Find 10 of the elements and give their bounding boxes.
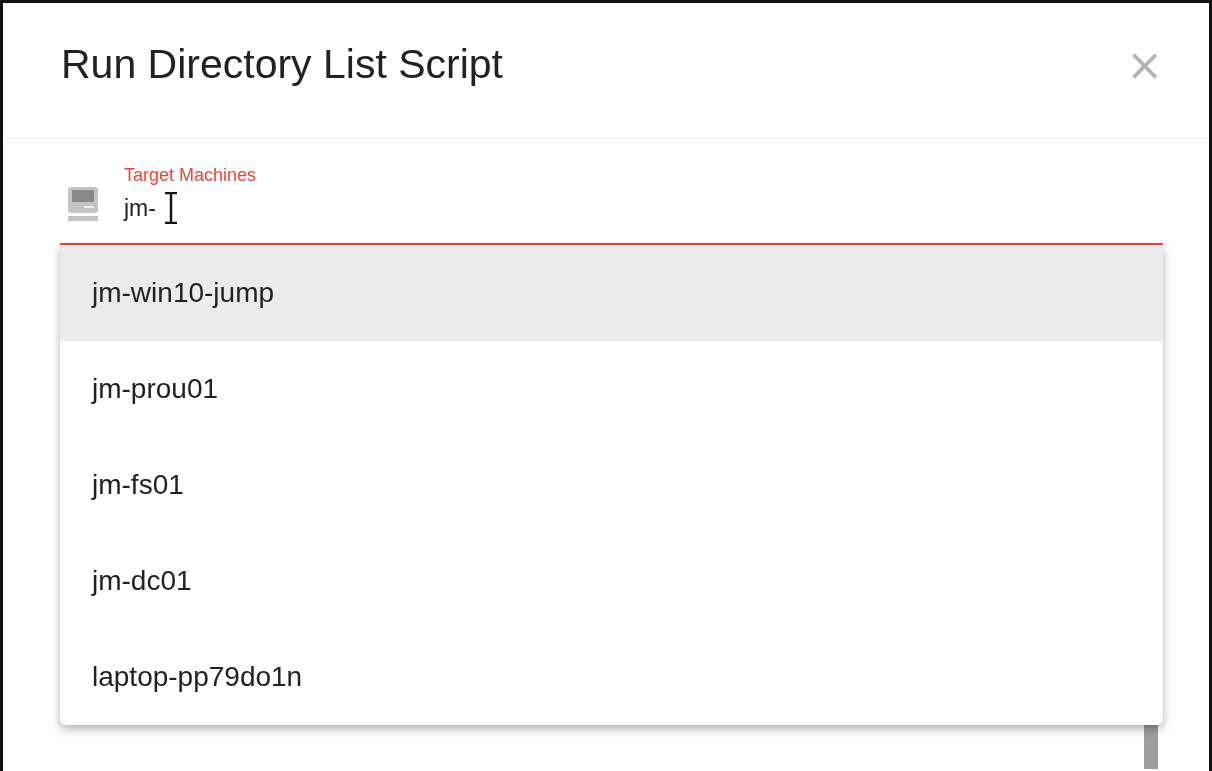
field-value: jm-	[124, 194, 156, 222]
suggestion-item[interactable]: laptop-pp79do1n	[60, 629, 1163, 725]
computer-icon	[68, 187, 98, 221]
suggestion-item[interactable]: jm-win10-jump	[60, 245, 1163, 341]
suggestion-item[interactable]: jm-dc01	[60, 533, 1163, 629]
suggestion-item[interactable]: jm-prou01	[60, 341, 1163, 437]
field-label: Target Machines	[124, 165, 257, 186]
suggestion-item[interactable]: jm-fs01	[60, 437, 1163, 533]
text-cursor-icon	[163, 192, 178, 224]
dialog-title: Run Directory List Script	[61, 41, 503, 88]
